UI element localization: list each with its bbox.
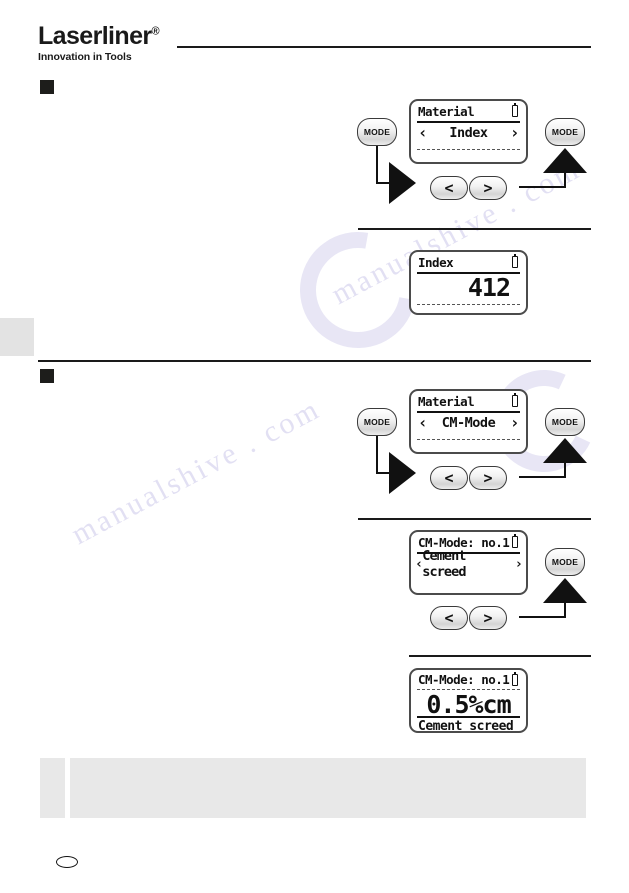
- lcd-material-row: ‹ Cement screed ›: [411, 548, 526, 580]
- connector-line-horizontal: [519, 186, 566, 188]
- nav-prev-button[interactable]: <: [430, 466, 468, 490]
- lcd-value-row: 0.5%cm: [411, 689, 526, 719]
- lcd-material-cm-mode: Material ‹ CM-Mode ›: [409, 389, 528, 454]
- battery-icon: [512, 254, 518, 268]
- mode-button-confirm[interactable]: MODE: [545, 408, 585, 436]
- lcd-material-name: Cement screed: [418, 719, 514, 733]
- brand-logo: Laserliner® Innovation in Tools: [38, 22, 160, 64]
- section-separator-major: [38, 360, 591, 362]
- bracket-left-icon: ‹: [415, 556, 423, 572]
- mode-button-confirm[interactable]: MODE: [545, 118, 585, 146]
- connector-line-horizontal: [519, 616, 566, 618]
- nav-next-button[interactable]: >: [469, 176, 507, 200]
- brand-tagline: Innovation in Tools: [38, 51, 132, 63]
- chevron-right-icon: ›: [509, 413, 520, 432]
- lcd-value-row: 412: [411, 272, 526, 302]
- connector-line-horizontal: [519, 476, 566, 478]
- battery-icon: [512, 393, 518, 407]
- lcd-cm-mode-reading: CM-Mode: no.1 0.5%cm Cement screed: [409, 668, 528, 733]
- flow-arrow-up-icon: [543, 148, 587, 173]
- section-separator: [358, 518, 591, 520]
- connector-line-horizontal: [376, 182, 390, 184]
- battery-icon: [512, 671, 518, 686]
- brand-name: Laserliner®: [38, 22, 160, 50]
- flow-arrow-right-icon: [389, 162, 416, 204]
- brand-name-text: Laserliner: [38, 22, 152, 50]
- flow-arrow-up-icon: [543, 578, 587, 603]
- chevron-right-icon: ›: [509, 123, 520, 142]
- note-icon: [40, 758, 65, 818]
- lcd-title-text: Material: [418, 393, 475, 409]
- lcd-selected-value: CM-Mode: [441, 415, 496, 431]
- lcd-selection-row: ‹ CM-Mode ›: [411, 411, 526, 435]
- lcd-footer-row: Cement screed: [411, 719, 526, 733]
- section-separator: [358, 228, 591, 230]
- page-edge-tab: [0, 318, 34, 356]
- mode-button[interactable]: MODE: [357, 118, 397, 146]
- section-bullet-index: [40, 80, 54, 94]
- lcd-index-value: Index 412: [409, 250, 528, 315]
- section-separator: [409, 655, 591, 657]
- mode-button-confirm[interactable]: MODE: [545, 548, 585, 576]
- lcd-material-index: Material ‹ Index ›: [409, 99, 528, 164]
- header-rule: [177, 46, 591, 48]
- chevron-left-icon: ‹: [418, 123, 428, 142]
- lcd-title-row: Material: [411, 391, 526, 411]
- lcd-divider: [417, 716, 520, 718]
- lcd-title-text: Index: [418, 254, 454, 270]
- lcd-material-name: Cement screed: [422, 548, 466, 580]
- note-text: [70, 758, 586, 818]
- bracket-right-icon: ›: [514, 556, 523, 572]
- lcd-divider-dashed: [417, 304, 520, 305]
- lcd-title-text: Material: [418, 103, 475, 119]
- lcd-title-row: Index: [411, 252, 526, 272]
- nav-next-button[interactable]: >: [469, 606, 507, 630]
- mode-button[interactable]: MODE: [357, 408, 397, 436]
- lcd-title-row: CM-Mode: no.1: [411, 670, 526, 689]
- chevron-left-icon: ‹: [418, 413, 428, 432]
- lcd-divider-dashed: [417, 439, 520, 440]
- lcd-title-text: CM-Mode: no.1: [418, 672, 510, 687]
- lcd-cm-mode-select: CM-Mode: no.1 ‹ Cement screed ›: [409, 530, 528, 595]
- connector-line-vertical: [376, 436, 378, 474]
- connector-line-vertical: [376, 146, 378, 184]
- battery-icon: [512, 103, 518, 117]
- lcd-measurement-value: 0.5%cm: [426, 689, 511, 719]
- nav-next-button[interactable]: >: [469, 466, 507, 490]
- watermark-text: manualshive . com: [66, 392, 327, 552]
- page-number-oval: [56, 856, 78, 868]
- lcd-measurement-value: 412: [467, 272, 511, 302]
- registered-mark: ®: [151, 25, 160, 38]
- section-bullet-cm-mode: [40, 369, 54, 383]
- lcd-selection-row: ‹ Index ›: [411, 121, 526, 145]
- nav-prev-button[interactable]: <: [430, 606, 468, 630]
- note-callout: [40, 758, 590, 818]
- battery-icon: [512, 534, 518, 548]
- flow-arrow-up-icon: [543, 438, 587, 463]
- flow-arrow-right-icon: [389, 452, 416, 494]
- lcd-selected-value: Index: [449, 125, 488, 141]
- lcd-divider-dashed: [417, 149, 520, 150]
- connector-line-horizontal: [376, 472, 390, 474]
- lcd-title-row: Material: [411, 101, 526, 121]
- nav-prev-button[interactable]: <: [430, 176, 468, 200]
